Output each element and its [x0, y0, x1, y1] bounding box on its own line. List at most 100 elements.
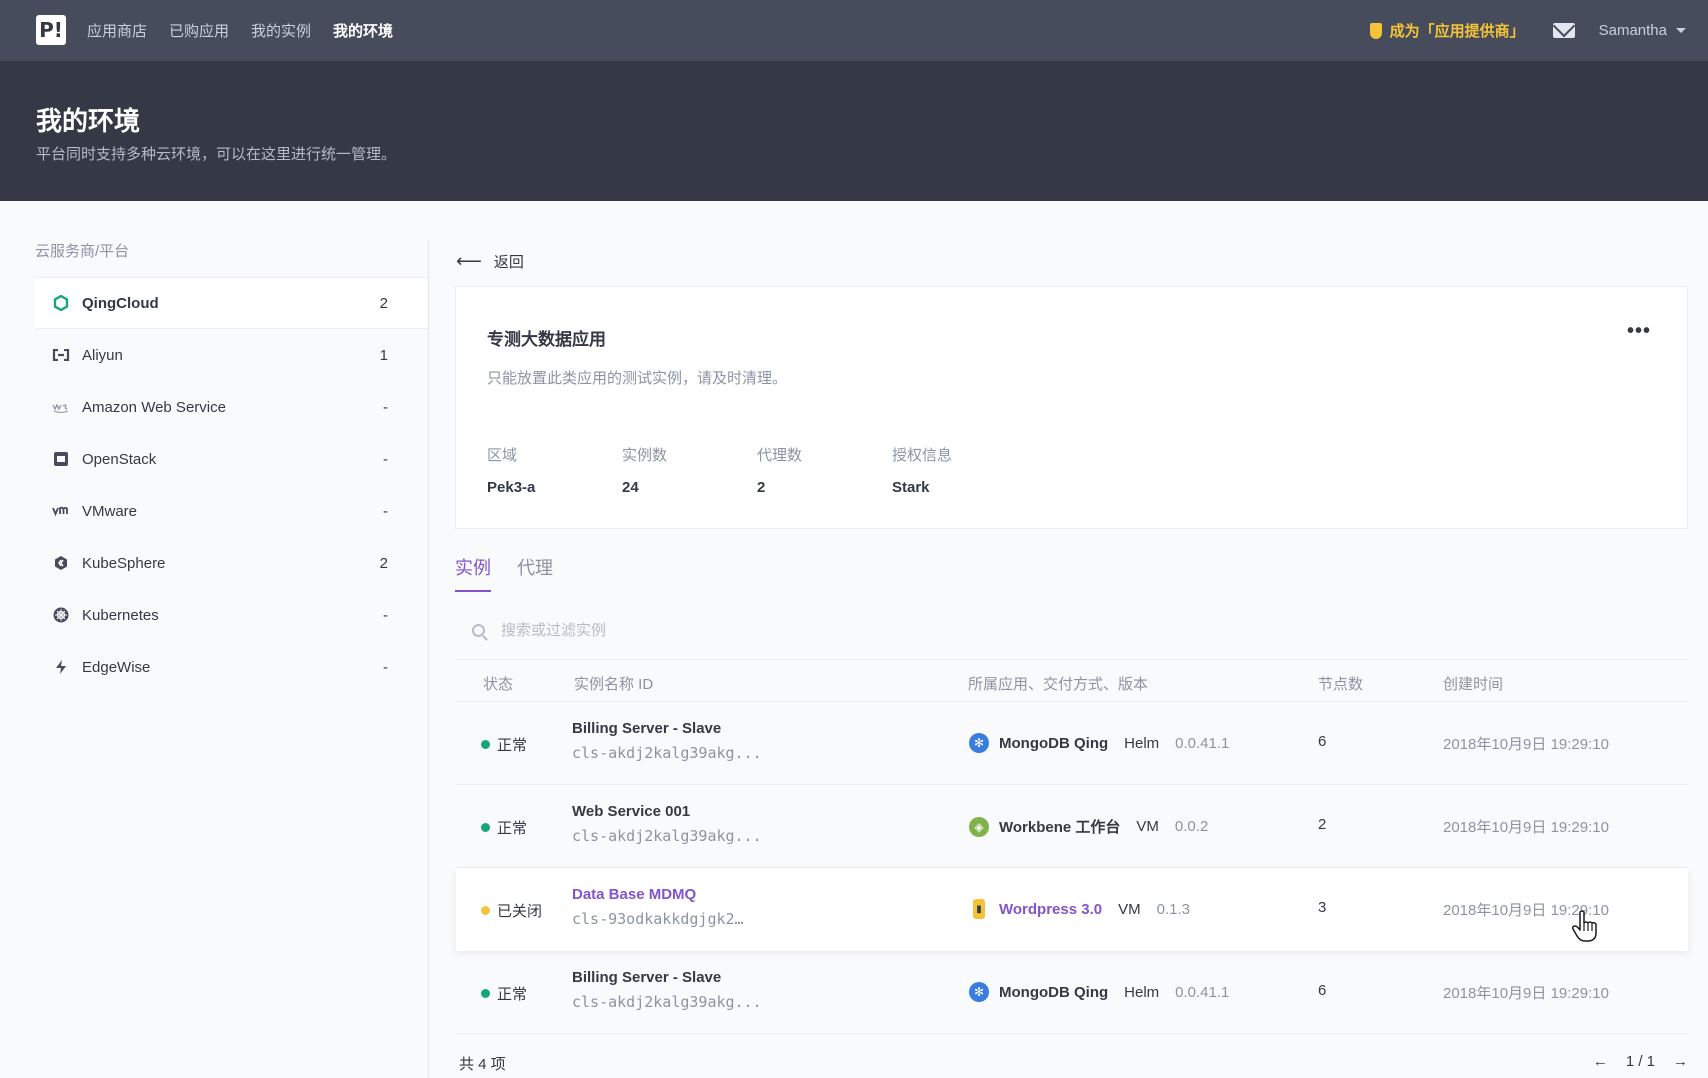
more-options-icon[interactable]: ••• [1627, 320, 1651, 343]
sidebar-item-count: 2 [379, 554, 388, 572]
next-page-button[interactable]: → [1673, 1053, 1688, 1070]
delivery-mode: Helm [1124, 734, 1160, 752]
node-count: 6 [1318, 982, 1327, 999]
table-row[interactable]: 正常 Billing Server - Slave cls-akdj2kalg3… [456, 951, 1688, 1034]
search-input[interactable] [501, 622, 1101, 639]
sidebar-item-count: - [383, 450, 388, 468]
back-button[interactable]: ⟵ 返回 [456, 251, 524, 272]
openstack-icon [52, 450, 70, 468]
instance-id: cls-akdj2kalg39akg... [572, 827, 762, 845]
col-name: 实例名称 ID [574, 676, 654, 693]
instance-cell: Billing Server - Slave cls-akdj2kalg39ak… [572, 720, 762, 762]
instance-name[interactable]: Billing Server - Slave [572, 720, 762, 737]
sidebar-item-label: KubeSphere [82, 554, 166, 572]
status-cell: 正常 [481, 734, 527, 755]
delivery-mode: Helm [1124, 983, 1160, 1001]
tab-agents[interactable]: 代理 [517, 554, 553, 592]
logo[interactable]: P! [36, 15, 66, 45]
app-name[interactable]: MongoDB Qing [999, 984, 1108, 1001]
user-menu[interactable]: Samantha [1599, 22, 1686, 39]
sidebar-item-edgewise[interactable]: EdgeWise - [35, 641, 428, 693]
app-name[interactable]: MongoDB Qing [999, 735, 1108, 752]
instance-cell: Data Base MDMQ cls-93odkakkdgjgk2… [572, 886, 744, 928]
stat-label: 代理数 [757, 447, 803, 464]
instance-name[interactable]: Billing Server - Slave [572, 969, 762, 986]
instance-id: cls-akdj2kalg39akg... [572, 993, 762, 1011]
helm-icon: ✻ [969, 982, 989, 1002]
sidebar-item-aws[interactable]: Amazon Web Service - [35, 381, 428, 433]
col-status: 状态 [483, 676, 514, 693]
col-app: 所属应用、交付方式、版本 [968, 676, 1149, 693]
sidebar-item-label: OpenStack [82, 450, 157, 468]
sidebar-item-label: Amazon Web Service [82, 398, 226, 416]
hand-cursor-icon [1572, 910, 1597, 942]
environment-title: 专测大数据应用 [487, 330, 606, 349]
app-name[interactable]: Wordpress 3.0 [999, 901, 1102, 918]
sidebar-item-label: Aliyun [82, 346, 123, 364]
node-count: 6 [1318, 733, 1327, 750]
search-icon [472, 624, 485, 637]
status-dot [481, 906, 490, 915]
wordpress-icon: ▮ [973, 899, 985, 919]
instance-name[interactable]: Web Service 001 [572, 803, 762, 820]
sidebar-item-count: 1 [379, 346, 388, 364]
status-text: 正常 [497, 986, 528, 1003]
provider-sidebar: 云服务商/平台 QingCloud 2 Aliyun 1 Amazon Web … [35, 240, 428, 693]
mail-icon[interactable] [1552, 23, 1575, 38]
workbench-icon: ◈ [969, 816, 989, 837]
sidebar-item-openstack[interactable]: OpenStack - [35, 433, 428, 485]
status-dot [481, 989, 490, 998]
sidebar-item-qingcloud[interactable]: QingCloud 2 [35, 277, 428, 329]
app-cell: ▮ Wordpress 3.0 VM 0.1.3 [969, 899, 1190, 919]
page-header: 我的环境 平台同时支持多种云环境，可以在这里进行统一管理。 [0, 61, 1708, 201]
table-row[interactable]: 正常 Web Service 001 cls-akdj2kalg39akg...… [456, 785, 1688, 868]
aws-icon [52, 398, 70, 416]
shield-icon [1369, 22, 1382, 39]
sidebar-item-vmware[interactable]: VMware - [35, 485, 428, 537]
nav-my-environments[interactable]: 我的环境 [333, 20, 393, 41]
sidebar-item-count: 2 [379, 294, 388, 312]
stat-agents: 代理数 2 [757, 444, 892, 496]
nav-links: 应用商店 已购应用 我的实例 我的环境 [87, 0, 415, 61]
app-cell: ✻ MongoDB Qing Helm 0.0.41.1 [969, 982, 1229, 1002]
table-row[interactable]: 已关闭 Data Base MDMQ cls-93odkakkdgjgk2… ▮… [456, 868, 1688, 951]
app-name[interactable]: Workbene 工作台 [999, 816, 1120, 837]
pagination: ← 1 / 1 → [1575, 1053, 1688, 1070]
stat-value: 2 [757, 479, 766, 496]
sidebar-item-count: - [383, 658, 388, 676]
environment-card: 专测大数据应用 只能放置此类应用的测试实例，请及时清理。 ••• 区域 Pek3… [455, 286, 1688, 529]
sidebar-item-count: - [383, 398, 388, 416]
prev-page-button[interactable]: ← [1593, 1053, 1608, 1070]
delivery-mode: VM [1118, 900, 1141, 918]
table-row[interactable]: 正常 Billing Server - Slave cls-akdj2kalg3… [456, 702, 1688, 785]
nav-app-store[interactable]: 应用商店 [87, 20, 147, 41]
app-cell: ◈ Workbene 工作台 VM 0.0.2 [969, 816, 1208, 837]
instance-id: cls-akdj2kalg39akg... [572, 744, 762, 762]
tabs: 实例 代理 [455, 554, 579, 592]
delivery-mode: VM [1136, 818, 1159, 835]
status-cell: 正常 [481, 983, 527, 1004]
nav-purchased-apps[interactable]: 已购应用 [169, 20, 229, 41]
nav-my-instances[interactable]: 我的实例 [251, 20, 311, 41]
app-version: 0.0.41.1 [1175, 983, 1230, 1001]
instance-name[interactable]: Data Base MDMQ [572, 886, 744, 903]
created-time: 2018年10月9日 19:29:10 [1443, 985, 1609, 1002]
sidebar-item-kubesphere[interactable]: KubeSphere 2 [35, 537, 428, 589]
sidebar-item-kubernetes[interactable]: Kubernetes - [35, 589, 428, 641]
col-created: 创建时间 [1443, 676, 1504, 693]
stat-region: 区域 Pek3-a [487, 444, 622, 496]
stat-label: 实例数 [622, 447, 668, 464]
sidebar-item-label: EdgeWise [82, 658, 151, 676]
stat-label: 区域 [487, 447, 518, 464]
stat-value: Stark [892, 479, 930, 496]
page-title: 我的环境 [36, 106, 141, 136]
sidebar-item-count: - [383, 606, 388, 624]
tab-instances[interactable]: 实例 [455, 554, 491, 592]
stat-value: 24 [622, 479, 639, 496]
created-time: 2018年10月9日 19:29:10 [1443, 736, 1609, 753]
node-count: 3 [1318, 899, 1327, 916]
status-text: 正常 [497, 820, 528, 837]
sidebar-item-aliyun[interactable]: Aliyun 1 [35, 329, 428, 381]
become-provider-link[interactable]: 成为「应用提供商」 [1369, 20, 1525, 41]
arrow-left-icon: ⟵ [456, 251, 482, 271]
